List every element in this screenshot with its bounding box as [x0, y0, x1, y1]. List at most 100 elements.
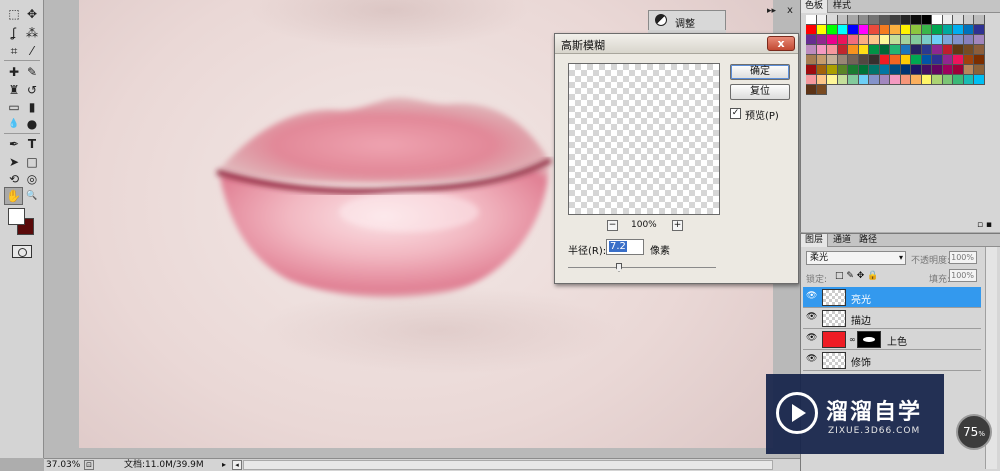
new-swatch-icon[interactable]: ▫ ▪ — [977, 220, 992, 230]
navigator-icon[interactable]: ⊡ — [84, 460, 94, 470]
tab-channels[interactable]: 通道 — [829, 234, 855, 247]
color-swatch[interactable] — [942, 75, 953, 85]
color-swatch[interactable] — [963, 35, 974, 45]
color-swatch[interactable] — [953, 35, 964, 45]
color-swatch[interactable] — [900, 35, 911, 45]
zoom-tool-icon[interactable]: 🔍 — [24, 188, 40, 204]
color-swatch[interactable] — [890, 15, 901, 25]
color-swatch[interactable] — [816, 15, 827, 25]
color-swatch[interactable] — [816, 75, 827, 85]
color-swatch[interactable] — [806, 55, 817, 65]
preview-checkbox[interactable]: ✓ — [730, 108, 741, 119]
ok-button[interactable]: 确定 — [730, 64, 790, 80]
color-swatch[interactable] — [848, 15, 859, 25]
color-swatch[interactable] — [879, 55, 890, 65]
color-swatch[interactable] — [921, 25, 932, 35]
color-swatch[interactable] — [858, 45, 869, 55]
color-swatch[interactable] — [848, 35, 859, 45]
color-swatch[interactable] — [963, 45, 974, 55]
layer-row-color[interactable]: 👁 ∞ 上色 — [803, 329, 981, 350]
blur-tool-icon[interactable]: 💧 — [6, 116, 22, 132]
color-swatch[interactable] — [869, 75, 880, 85]
pen-tool-icon[interactable]: ✒ — [6, 136, 22, 152]
color-swatch[interactable] — [869, 55, 880, 65]
radius-input[interactable]: 7.2 — [606, 239, 644, 255]
brush-tool-icon[interactable]: ✎ — [24, 64, 40, 80]
filter-preview[interactable] — [568, 63, 720, 215]
color-swatch[interactable] — [911, 45, 922, 55]
move-tool-icon[interactable]: ✥ — [24, 6, 40, 22]
color-swatch[interactable] — [879, 35, 890, 45]
color-swatch[interactable] — [974, 65, 985, 75]
fill-input[interactable]: 100% — [949, 269, 977, 282]
color-swatch[interactable] — [974, 75, 985, 85]
layer-row-highlight[interactable]: 👁 亮光 — [803, 287, 981, 308]
color-swatch[interactable] — [921, 45, 932, 55]
color-swatch[interactable] — [806, 85, 817, 95]
color-swatch[interactable] — [837, 25, 848, 35]
marquee-tool-icon[interactable]: ⬚ — [6, 6, 22, 22]
color-swatch[interactable] — [974, 15, 985, 25]
color-swatch[interactable] — [879, 75, 890, 85]
tab-layers[interactable]: 图层 — [801, 234, 829, 247]
lasso-tool-icon[interactable]: ʆ — [6, 25, 22, 41]
color-swatch[interactable] — [974, 35, 985, 45]
color-swatch[interactable] — [806, 35, 817, 45]
color-swatch[interactable] — [911, 55, 922, 65]
dialog-close-button[interactable]: x — [767, 36, 795, 51]
eraser-tool-icon[interactable]: ▭ — [6, 99, 22, 115]
color-swatch[interactable] — [827, 25, 838, 35]
tab-adjustments[interactable]: 调整 — [648, 10, 726, 30]
history-brush-icon[interactable]: ↺ — [24, 82, 40, 98]
blend-mode-select[interactable]: 柔光 — [806, 251, 906, 265]
color-swatch[interactable] — [827, 75, 838, 85]
hand-tool-icon[interactable]: ✋ — [4, 187, 23, 205]
color-swatch[interactable] — [911, 25, 922, 35]
color-swatch[interactable] — [858, 25, 869, 35]
color-swatch[interactable] — [816, 35, 827, 45]
horizontal-scrollbar[interactable] — [243, 460, 773, 470]
3d-orbit-icon[interactable]: ◎ — [24, 171, 40, 187]
color-swatch[interactable] — [890, 55, 901, 65]
color-swatch[interactable] — [827, 65, 838, 75]
color-swatch[interactable] — [827, 45, 838, 55]
color-swatch[interactable] — [900, 65, 911, 75]
type-tool-icon[interactable]: T — [24, 136, 40, 152]
color-swatch[interactable] — [921, 65, 932, 75]
magic-wand-icon[interactable]: ⁂ — [24, 25, 40, 41]
color-swatch[interactable] — [942, 15, 953, 25]
color-swatch[interactable] — [932, 65, 943, 75]
collapse-panels-icon[interactable]: ▸▸ — [767, 6, 776, 16]
color-swatch[interactable] — [837, 75, 848, 85]
color-swatch[interactable] — [806, 25, 817, 35]
path-select-icon[interactable]: ➤ — [6, 154, 22, 170]
color-swatch[interactable] — [900, 25, 911, 35]
clone-stamp-icon[interactable]: ♜ — [6, 82, 22, 98]
zoom-out-button[interactable]: − — [607, 220, 618, 231]
color-swatch[interactable] — [837, 45, 848, 55]
tab-paths[interactable]: 路径 — [855, 234, 881, 247]
color-swatch[interactable] — [858, 55, 869, 65]
color-swatch[interactable] — [890, 75, 901, 85]
color-swatch[interactable] — [858, 35, 869, 45]
color-swatch[interactable] — [827, 15, 838, 25]
color-swatch[interactable] — [890, 65, 901, 75]
color-swatch[interactable] — [806, 15, 817, 25]
color-swatch[interactable] — [837, 15, 848, 25]
color-swatch[interactable] — [963, 55, 974, 65]
color-swatch[interactable] — [963, 25, 974, 35]
color-swatch[interactable] — [806, 45, 817, 55]
status-zoom[interactable]: 37.03% — [46, 459, 80, 471]
color-swatch[interactable] — [921, 15, 932, 25]
color-swatch[interactable] — [848, 65, 859, 75]
color-swatch[interactable] — [911, 35, 922, 45]
color-swatch[interactable] — [837, 55, 848, 65]
color-swatch[interactable] — [900, 75, 911, 85]
color-swatch[interactable] — [879, 15, 890, 25]
color-swatch[interactable] — [879, 25, 890, 35]
healing-brush-icon[interactable]: ✚ — [6, 64, 22, 80]
color-swatch[interactable] — [827, 35, 838, 45]
scroll-left-button[interactable]: ◂ — [232, 460, 242, 470]
layer-mask-thumbnail[interactable] — [857, 331, 881, 348]
gradient-tool-icon[interactable]: ▮ — [24, 99, 40, 115]
